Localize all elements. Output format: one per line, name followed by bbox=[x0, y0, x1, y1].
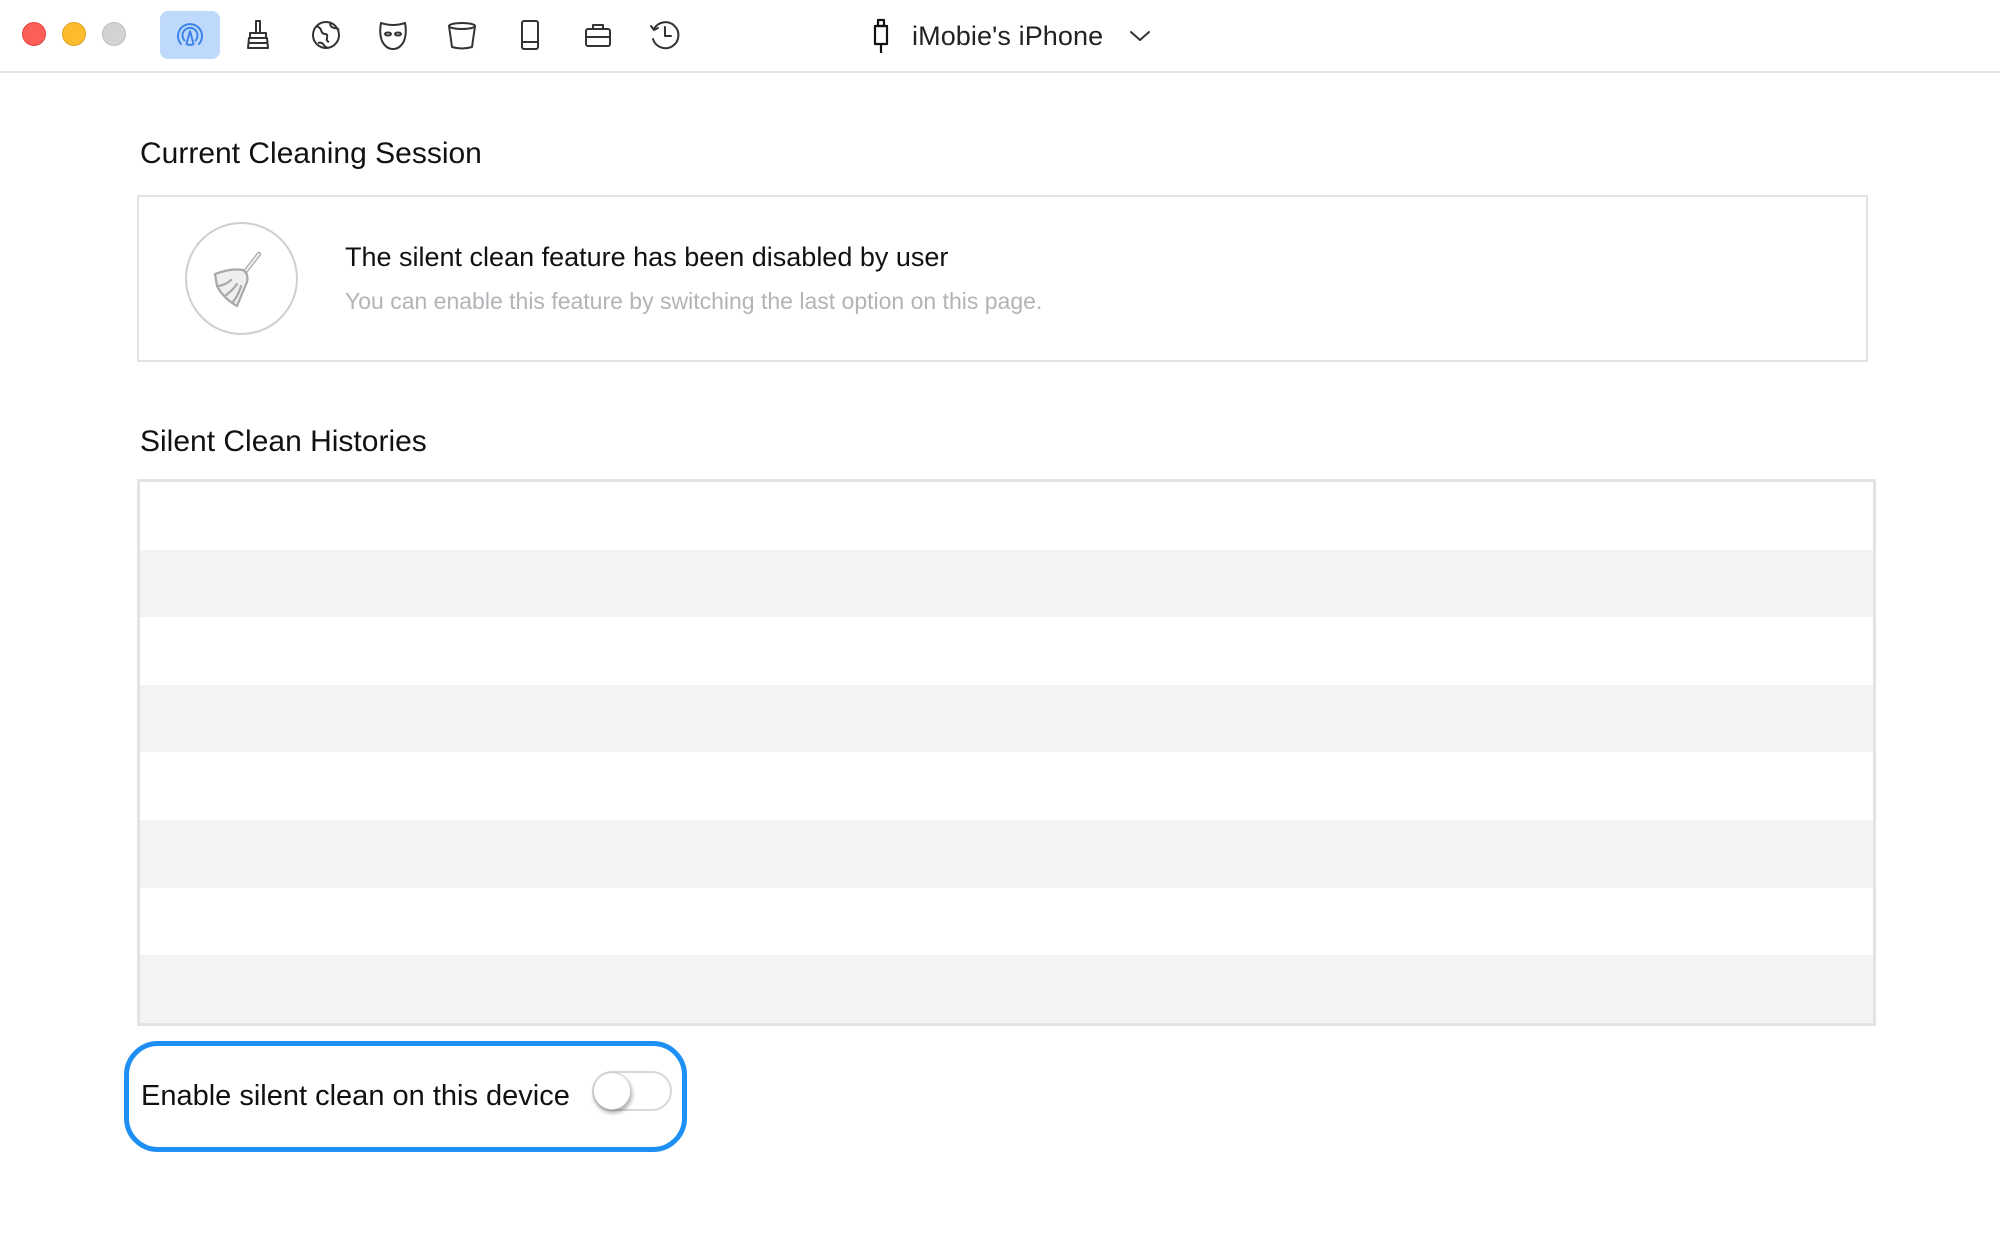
tool-privacy[interactable] bbox=[363, 11, 423, 59]
current-session-card: The silent clean feature has been disabl… bbox=[137, 195, 1868, 362]
airplay-signal-icon bbox=[177, 23, 203, 46]
bucket-icon bbox=[448, 22, 476, 50]
briefcase-icon bbox=[585, 24, 611, 47]
minimize-window-button[interactable] bbox=[62, 22, 86, 46]
tool-device[interactable] bbox=[500, 11, 560, 59]
chevron-down-icon bbox=[1130, 31, 1151, 41]
tool-trash[interactable] bbox=[432, 11, 492, 59]
lightning-cable-icon bbox=[873, 18, 889, 53]
broom-icon bbox=[213, 251, 261, 307]
histories-table bbox=[137, 479, 1876, 1026]
current-session-heading: Current Cleaning Session bbox=[140, 137, 482, 170]
mask-icon bbox=[379, 22, 407, 50]
table-row bbox=[140, 819, 1873, 888]
broom-badge bbox=[185, 222, 298, 335]
tool-internet[interactable] bbox=[296, 11, 356, 59]
table-row bbox=[140, 549, 1873, 618]
enable-silent-clean-toggle[interactable] bbox=[592, 1071, 672, 1111]
table-row bbox=[140, 752, 1873, 820]
tool-toolbox[interactable] bbox=[568, 11, 628, 59]
enable-silent-clean-option: Enable silent clean on this device bbox=[124, 1041, 687, 1152]
enable-silent-clean-label: Enable silent clean on this device bbox=[141, 1080, 570, 1112]
table-row bbox=[140, 617, 1873, 685]
device-selector[interactable]: iMobie's iPhone bbox=[870, 14, 1151, 58]
tool-silent-clean[interactable] bbox=[160, 11, 220, 59]
table-row bbox=[140, 888, 1873, 956]
zoom-window-button[interactable] bbox=[102, 22, 126, 46]
title-bar: iMobie's iPhone bbox=[0, 0, 2000, 73]
brush-icon bbox=[247, 20, 269, 49]
toggle-knob[interactable] bbox=[593, 1072, 631, 1110]
table-row bbox=[140, 955, 1873, 1023]
tool-clean[interactable] bbox=[228, 11, 288, 59]
globe-icon bbox=[312, 21, 340, 49]
histories-heading: Silent Clean Histories bbox=[140, 425, 427, 458]
table-row bbox=[140, 684, 1873, 753]
tool-history[interactable] bbox=[635, 11, 695, 59]
phone-icon bbox=[521, 20, 539, 50]
session-status-title: The silent clean feature has been disabl… bbox=[345, 242, 949, 272]
history-icon bbox=[650, 21, 680, 50]
session-status-subtitle: You can enable this feature by switching… bbox=[345, 288, 1043, 314]
device-name: iMobie's iPhone bbox=[912, 20, 1104, 51]
table-row bbox=[140, 482, 1873, 550]
close-window-button[interactable] bbox=[22, 22, 46, 46]
